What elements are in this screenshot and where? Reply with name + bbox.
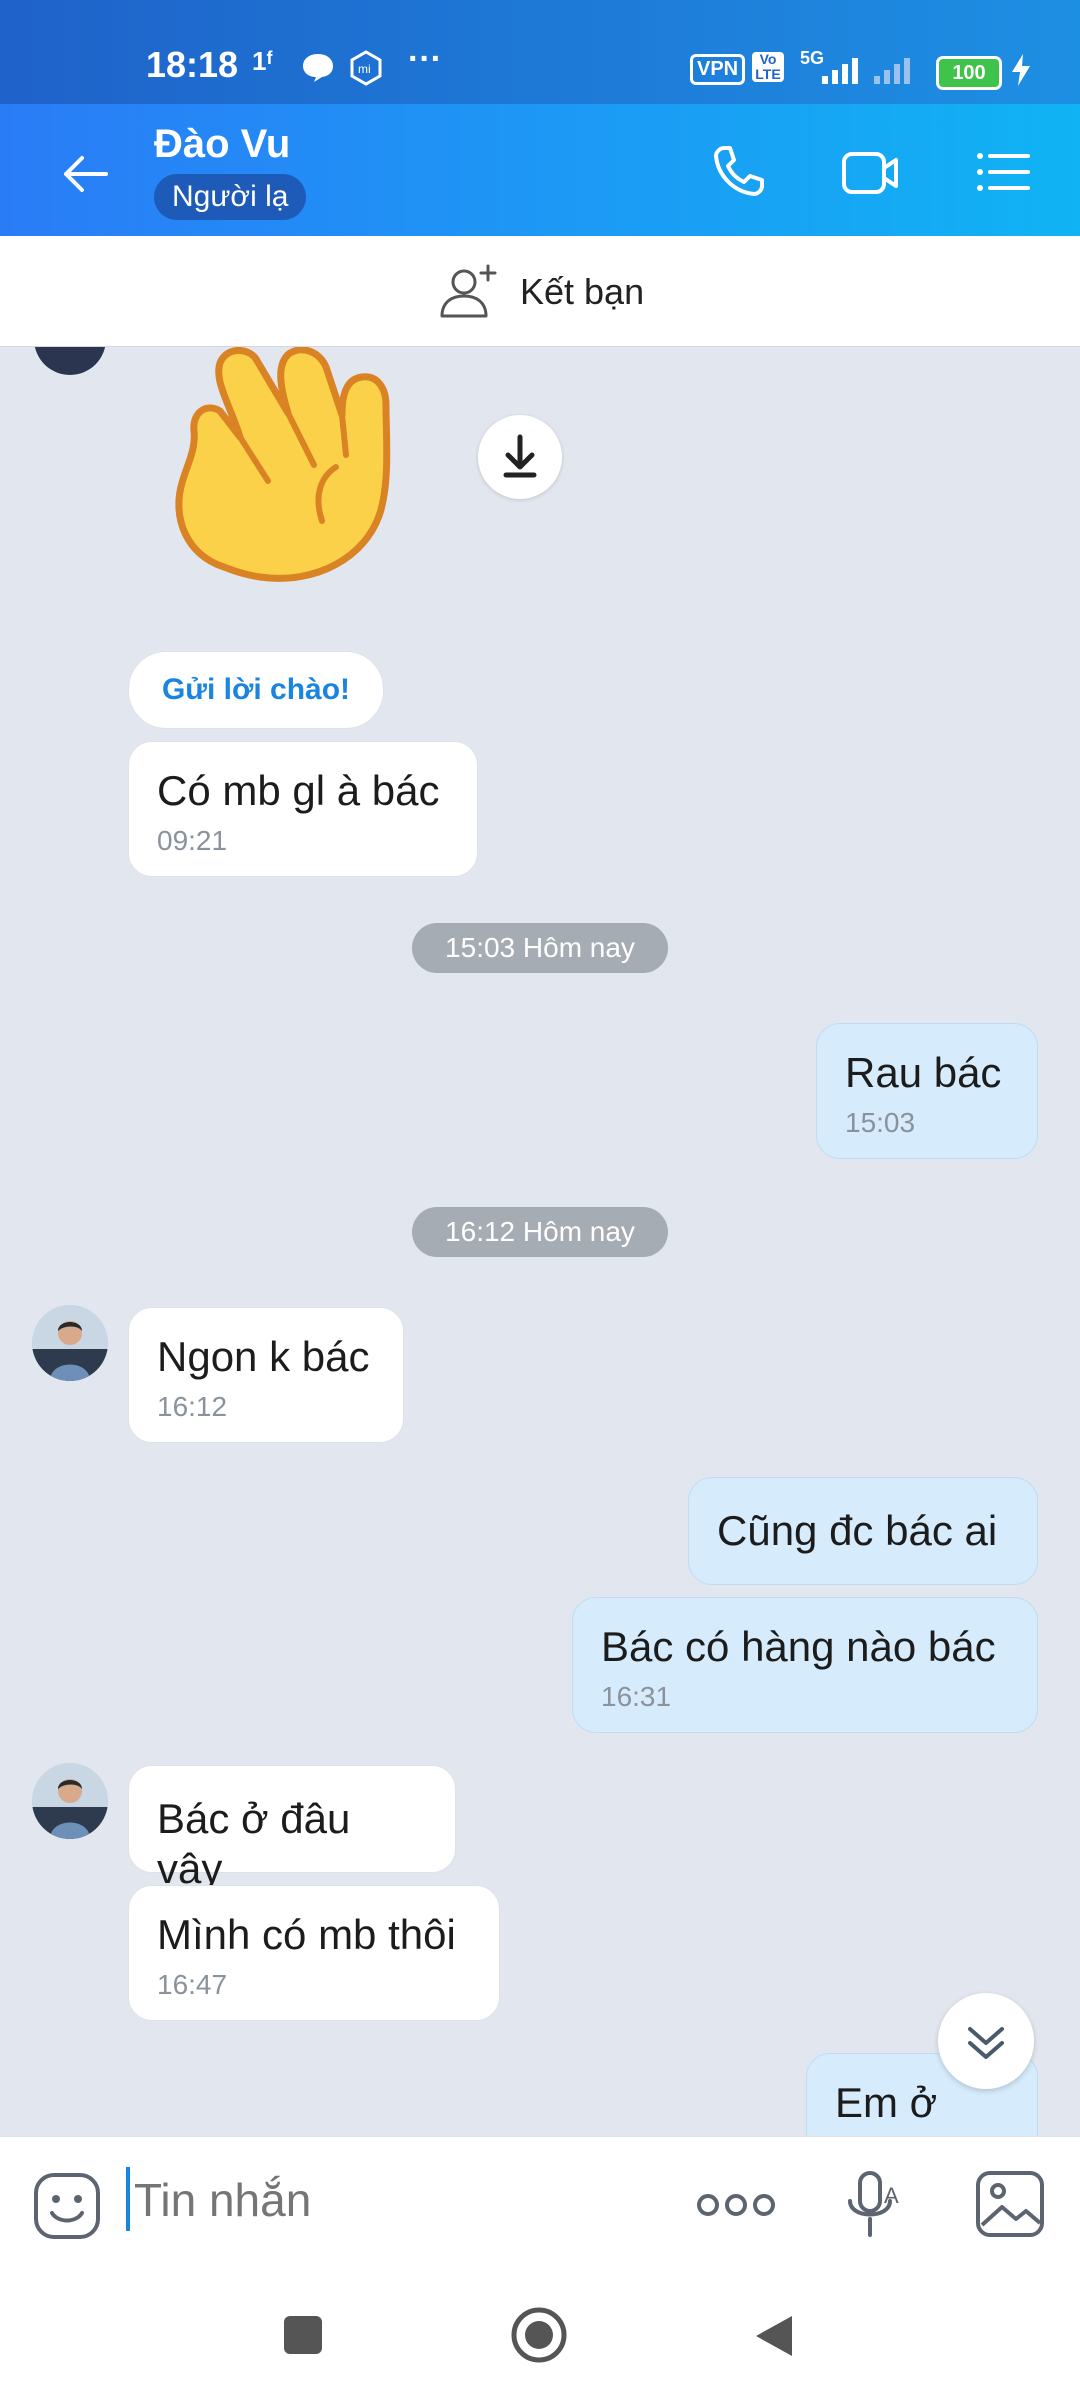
contact-name[interactable]: Đào Vu: [154, 122, 290, 167]
voice-icon[interactable]: A: [842, 2167, 908, 2243]
chat-notification-icon: [303, 54, 333, 82]
chat-area[interactable]: Gửi lời chào! Có mb gl à bác 09:21 15:03…: [0, 347, 1080, 2136]
vpn-badge: VPN: [690, 54, 746, 85]
scroll-down-icon: [968, 2027, 1004, 2059]
message-outgoing[interactable]: Bác có hàng nào bác 16:31: [572, 1597, 1038, 1733]
back-nav-button[interactable]: [752, 2312, 796, 2360]
message-text: Mình có mb thôi: [157, 1911, 456, 1958]
message-input[interactable]: [132, 2167, 656, 2233]
scroll-down-button[interactable]: [938, 1993, 1034, 2089]
message-incoming[interactable]: Mình có mb thôi 16:47: [128, 1885, 500, 2021]
menu-list-icon[interactable]: [970, 140, 1034, 204]
more-notifications-icon: ···: [408, 40, 442, 78]
avatar[interactable]: [32, 1305, 108, 1381]
phone-icon[interactable]: [706, 140, 770, 204]
svg-text:mi: mi: [358, 62, 371, 76]
message-text: Rau bác: [845, 1049, 1002, 1096]
status-time: 18:18: [146, 44, 239, 85]
avatar-photo: [32, 1305, 108, 1381]
status-indicator: 1ᶠ: [252, 46, 273, 76]
add-friend-icon: [440, 264, 497, 318]
sticker-icon[interactable]: [32, 2171, 102, 2241]
system-nav-bar: [0, 2270, 1080, 2400]
svg-text:A: A: [884, 2183, 899, 2208]
more-icon[interactable]: [694, 2185, 778, 2225]
back-arrow-icon[interactable]: [56, 144, 116, 204]
add-friend-bar: Kết bạn: [0, 236, 1080, 347]
recents-button[interactable]: [284, 2316, 322, 2354]
add-friend-label: Kết bạn: [520, 271, 645, 312]
send-greeting-button[interactable]: Gửi lời chào!: [128, 651, 384, 729]
message-outgoing[interactable]: Rau bác 15:03: [816, 1023, 1038, 1159]
add-friend-button[interactable]: Kết bạn: [438, 260, 644, 324]
date-separator: 15:03 Hôm nay: [412, 923, 668, 973]
message-time: 16:47: [157, 1969, 228, 2000]
signal-icon: [822, 58, 858, 84]
message-time: 15:03: [845, 1107, 916, 1138]
message-time: 16:12: [157, 1391, 228, 1422]
message-input-bar: A: [0, 2136, 1080, 2271]
message-text: Bác có hàng nào bác: [601, 1623, 996, 1670]
message-time: 16:31: [601, 1681, 672, 1712]
date-separator: 16:12 Hôm nay: [412, 1207, 668, 1257]
message-outgoing[interactable]: Cũng đc bác ai: [688, 1477, 1038, 1585]
avatar[interactable]: [32, 1763, 108, 1839]
battery-level: 100: [952, 62, 986, 84]
volte-badge: Vo LTE: [752, 52, 784, 82]
status-bar: 18:18 1ᶠ mi ··· VPN Vo LTE 5G 100: [0, 0, 1080, 104]
message-incoming[interactable]: Có mb gl à bác 09:21: [128, 741, 478, 877]
chat-header: Đào Vu Người lạ: [0, 104, 1080, 236]
avatar-photo: [32, 1763, 108, 1839]
message-incoming[interactable]: Bác ở đâu vậy: [128, 1765, 456, 1892]
message-text: Cũng đc bác ai: [717, 1507, 998, 1554]
charging-icon: [1012, 54, 1030, 86]
battery-icon: 100: [936, 56, 1002, 90]
stranger-badge: Người lạ: [154, 174, 307, 220]
message-text: Có mb gl à bác: [157, 767, 440, 814]
image-icon[interactable]: [974, 2169, 1046, 2239]
text-cursor: [126, 2167, 130, 2231]
video-call-icon[interactable]: [838, 140, 902, 204]
download-icon: [503, 434, 537, 478]
message-incoming[interactable]: Ngon k bác 16:12: [128, 1307, 404, 1443]
mi-icon: mi: [350, 50, 382, 86]
message-text: Ngon k bác: [157, 1333, 370, 1380]
signal-2-icon: [874, 58, 910, 84]
message-time: 09:21: [157, 825, 228, 856]
waving-hand-sticker[interactable]: [164, 347, 424, 587]
home-button[interactable]: [510, 2306, 568, 2364]
message-text: Bác ở đâu vậy: [157, 1795, 351, 1892]
download-button[interactable]: [478, 415, 562, 499]
avatar: [34, 347, 106, 375]
